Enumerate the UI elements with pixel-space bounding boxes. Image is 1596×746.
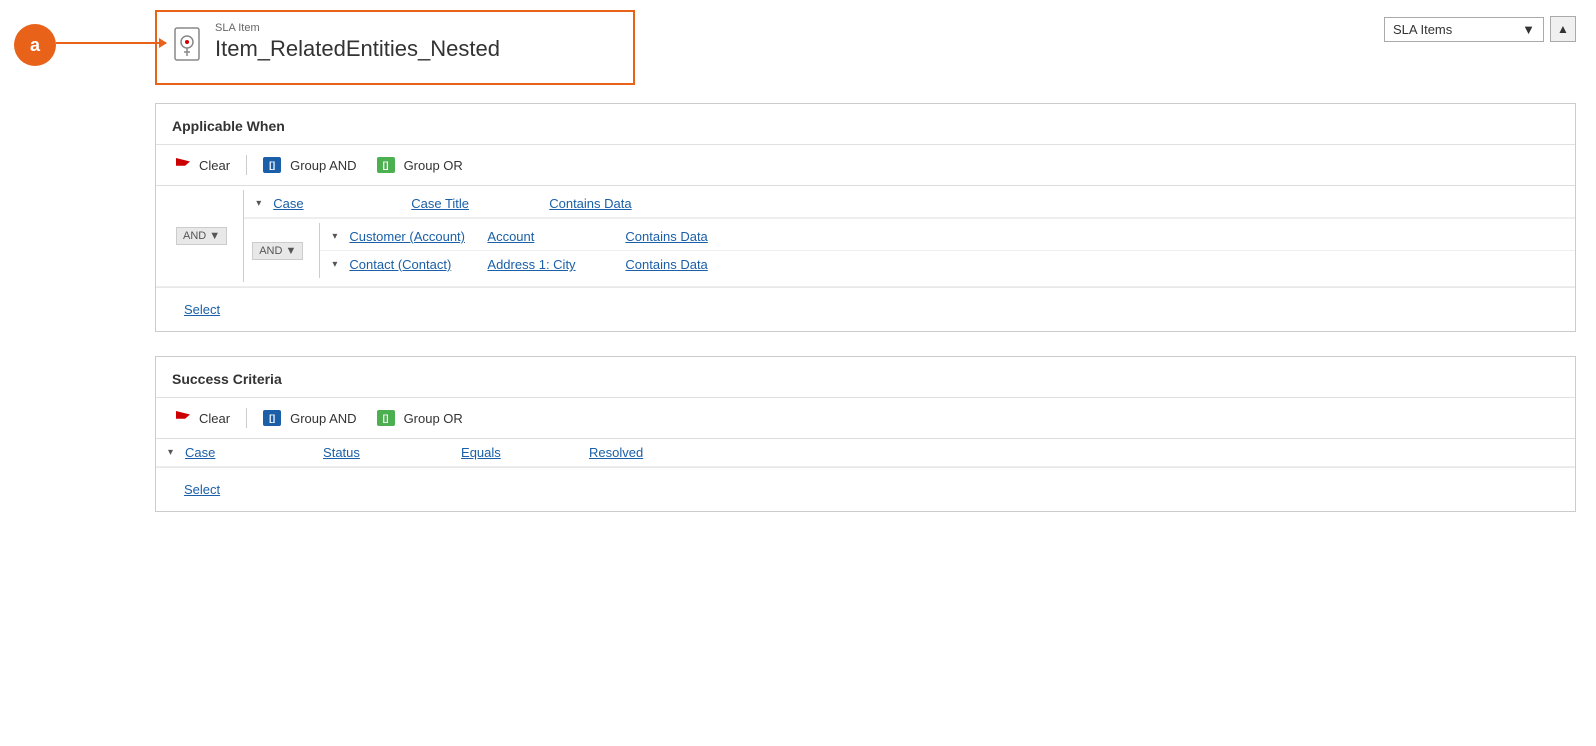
top-condition-row: ▾ Case Case Title Contains Data <box>244 190 1575 218</box>
nested-row1-chevron: ▾ <box>332 231 337 242</box>
applicable-when-clear-button[interactable]: Clear <box>168 154 238 177</box>
sla-label-group: SLA Item Item_RelatedEntities_Nested <box>215 22 500 62</box>
success-condition-row: ▾ Case Status Equals Resolved <box>156 439 1575 467</box>
success-criteria-clear-button[interactable]: Clear <box>168 407 238 430</box>
success-criteria-title: Success Criteria <box>156 357 1575 398</box>
main-content: SLA Item Item_RelatedEntities_Nested SLA… <box>155 10 1576 512</box>
nested-row1-entity[interactable]: Customer (Account) <box>349 229 479 244</box>
success-group-or-icon: [] <box>377 410 395 426</box>
nested-row2-chevron: ▾ <box>332 259 337 270</box>
toolbar-separator-1 <box>246 155 247 175</box>
nested-and-column: AND ▼ <box>244 223 320 278</box>
applicable-when-title: Applicable When <box>156 104 1575 145</box>
success-row-chevron: ▾ <box>168 447 173 458</box>
nested-row-1: ▾ Customer (Account) Account Contains Da… <box>320 223 1575 251</box>
annotation-arrow <box>56 42 166 44</box>
success-toolbar-separator-1 <box>246 408 247 428</box>
top-row-operator[interactable]: Contains Data <box>549 196 669 211</box>
group-and-icon: [] <box>263 157 281 173</box>
page-wrapper: a SLA Item Item_RelatedEnti <box>0 10 1596 746</box>
success-criteria-section: Success Criteria Clear [] Group AND [] G… <box>155 356 1576 512</box>
success-group-and-icon: [] <box>263 410 281 426</box>
success-criteria-toolbar: Clear [] Group AND [] Group OR <box>156 398 1575 439</box>
success-criteria-group-or-button[interactable]: [] Group OR <box>369 406 471 430</box>
applicable-when-section: Applicable When Clear [] Group AND [] Gr… <box>155 103 1576 332</box>
sla-title-box: SLA Item Item_RelatedEntities_Nested <box>155 10 635 85</box>
nested-row2-entity[interactable]: Contact (Contact) <box>349 257 479 272</box>
sla-label-small: SLA Item <box>215 22 500 34</box>
outer-right: ▾ Case Case Title Contains Data AND ▼ <box>244 190 1575 282</box>
clear-flag-icon <box>176 158 190 172</box>
applicable-when-group-and-button[interactable]: [] Group AND <box>255 153 364 177</box>
nested-and-badge[interactable]: AND ▼ <box>252 242 303 260</box>
applicable-when-select-link[interactable]: Select <box>172 294 1559 325</box>
nested-row1-field[interactable]: Account <box>487 229 617 244</box>
applicable-when-select-row: Select <box>156 287 1575 331</box>
header-dropdown: SLA Items ▼ ▲ <box>1384 16 1576 42</box>
top-row-entity[interactable]: Case <box>273 196 403 211</box>
outer-and-badge[interactable]: AND ▼ <box>176 227 227 245</box>
sla-header: SLA Item Item_RelatedEntities_Nested SLA… <box>155 10 1576 85</box>
sla-icon <box>171 26 203 69</box>
nested-row2-operator[interactable]: Contains Data <box>625 257 745 272</box>
annotation-circle-a: a <box>14 24 56 66</box>
success-criteria-select-row: Select <box>156 467 1575 511</box>
sla-items-dropdown[interactable]: SLA Items ▼ <box>1384 17 1544 42</box>
nested-condition-group: AND ▼ ▾ Customer (Account) Account Conta… <box>244 218 1575 282</box>
applicable-when-toolbar: Clear [] Group AND [] Group OR <box>156 145 1575 186</box>
success-criteria-select-link[interactable]: Select <box>172 474 1559 505</box>
success-criteria-conditions: ▾ Case Status Equals Resolved Select <box>156 439 1575 511</box>
success-criteria-group-and-button[interactable]: [] Group AND <box>255 406 364 430</box>
nested-row-2: ▾ Contact (Contact) Address 1: City Cont… <box>320 251 1575 278</box>
sla-title: Item_RelatedEntities_Nested <box>215 36 500 62</box>
success-row-entity[interactable]: Case <box>185 445 315 460</box>
nested-row1-operator[interactable]: Contains Data <box>625 229 745 244</box>
outer-and-column: AND ▼ <box>168 190 244 282</box>
applicable-when-conditions: AND ▼ ▾ Case Case Title Contains Data <box>156 186 1575 331</box>
up-arrow-button[interactable]: ▲ <box>1550 16 1576 42</box>
success-clear-flag-icon <box>176 411 190 425</box>
success-row-field[interactable]: Status <box>323 445 453 460</box>
success-row-value[interactable]: Resolved <box>589 445 719 460</box>
top-row-field[interactable]: Case Title <box>411 196 541 211</box>
nested-row2-field[interactable]: Address 1: City <box>487 257 617 272</box>
top-row-chevron: ▾ <box>256 198 261 209</box>
group-or-icon: [] <box>377 157 395 173</box>
success-row-operator[interactable]: Equals <box>461 445 581 460</box>
applicable-when-group-or-button[interactable]: [] Group OR <box>369 153 471 177</box>
nested-rows: ▾ Customer (Account) Account Contains Da… <box>320 223 1575 278</box>
outer-condition-group: AND ▼ ▾ Case Case Title Contains Data <box>156 186 1575 287</box>
